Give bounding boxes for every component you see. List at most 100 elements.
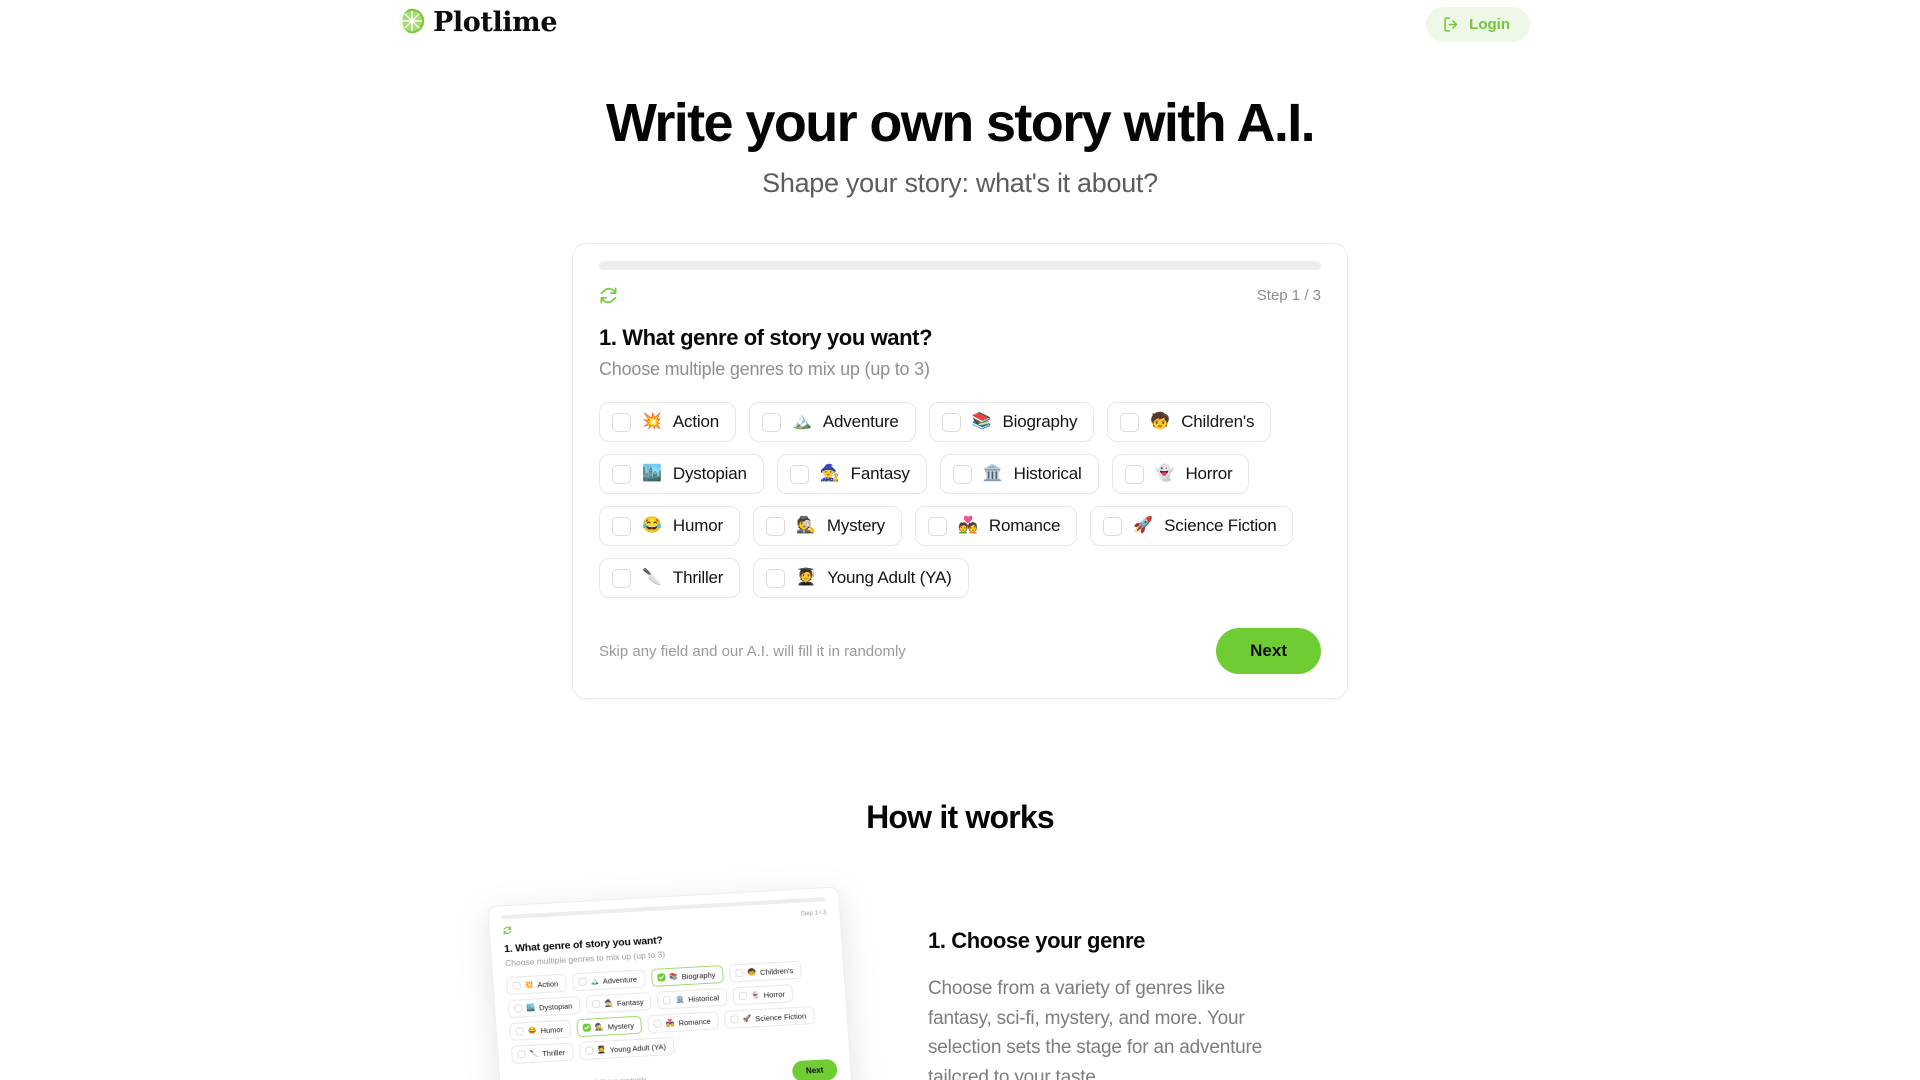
genre-chip-dystopian[interactable]: 🏙️ Dystopian xyxy=(599,454,764,495)
checkbox-icon xyxy=(517,1050,526,1059)
checkbox-icon xyxy=(730,1015,739,1025)
genre-emoji-icon: 🏛️ xyxy=(982,465,1003,483)
genre-chip-young-adult-ya[interactable]: 🧑‍🎓 Young Adult (YA) xyxy=(753,558,969,599)
genre-label: Fantasy xyxy=(616,997,644,1008)
checkbox-icon xyxy=(515,1027,525,1037)
genre-emoji-icon: 💑 xyxy=(665,1019,675,1028)
genre-chip-horror[interactable]: 👻 Horror xyxy=(1111,454,1250,495)
checkbox-icon[interactable] xyxy=(612,516,631,536)
genre-label: Dystopian xyxy=(672,464,747,484)
genre-label: Humor xyxy=(540,1024,564,1036)
preview-refresh-icon xyxy=(503,926,513,935)
genre-chip-adventure: 🏔️ Adventure xyxy=(571,969,646,992)
checkbox-icon[interactable] xyxy=(765,516,785,536)
wizard-card: Step 1 / 3 1. What genre of story you wa… xyxy=(572,243,1348,700)
genre-chip-mystery: 🕵️ Mystery xyxy=(576,1016,643,1038)
genre-label: Young Adult (YA) xyxy=(609,1042,667,1055)
checkbox-icon[interactable] xyxy=(941,412,961,432)
checkbox-icon xyxy=(512,981,521,991)
checkbox-icon[interactable] xyxy=(952,464,972,484)
genre-emoji-icon: 🧑‍🎓 xyxy=(596,1046,606,1055)
preview-next-button: Next xyxy=(791,1059,839,1080)
genre-emoji-icon: 🏔️ xyxy=(589,977,600,986)
checkbox-icon xyxy=(656,973,666,983)
genre-chip-dystopian: 🏙️ Dystopian xyxy=(507,996,581,1019)
next-button[interactable]: Next xyxy=(1216,628,1321,675)
checkbox-icon[interactable] xyxy=(612,464,631,484)
genre-emoji-icon: 🧙 xyxy=(604,1000,614,1008)
checkbox-icon[interactable] xyxy=(761,412,781,432)
genre-chip-mystery[interactable]: 🕵️ Mystery xyxy=(752,506,902,547)
checkbox-icon xyxy=(577,978,587,987)
genre-label: Historical xyxy=(687,993,720,1004)
genre-emoji-icon: 🔪 xyxy=(642,569,662,587)
genre-chip-thriller[interactable]: 🔪 Thriller xyxy=(599,558,741,599)
how-it-works-figure: Step 1 / 3 1. What genre of story you wa… xyxy=(460,886,880,1080)
genre-chip-fantasy[interactable]: 🧙 Fantasy xyxy=(776,454,927,495)
genre-emoji-icon: 😂 xyxy=(527,1027,537,1035)
checkbox-icon xyxy=(738,992,748,1001)
genre-chip-biography[interactable]: 📚 Biography xyxy=(928,402,1095,443)
login-button[interactable]: Login xyxy=(1426,7,1530,42)
checkbox-icon[interactable] xyxy=(1103,516,1123,536)
genre-chip-action[interactable]: 💥 Action xyxy=(599,402,736,443)
genre-emoji-icon: 🔪 xyxy=(529,1050,539,1058)
genre-chip-science-fiction[interactable]: 🚀 Science Fiction xyxy=(1090,506,1294,547)
checkbox-icon[interactable] xyxy=(612,568,631,588)
skip-hint: Skip any field and our A.I. will fill it… xyxy=(599,642,906,660)
question-title: 1. What genre of story you want? xyxy=(599,325,933,351)
genre-chip-historical[interactable]: 🏛️ Historical xyxy=(939,454,1099,495)
genre-chip-adventure[interactable]: 🏔️ Adventure xyxy=(748,402,916,443)
genre-emoji-icon: 🧙 xyxy=(819,465,840,483)
genre-emoji-icon: 🏛️ xyxy=(675,996,685,1004)
genre-label: Thriller xyxy=(541,1047,566,1059)
checkbox-icon[interactable] xyxy=(1120,412,1140,432)
login-label: Login xyxy=(1469,16,1510,33)
genre-emoji-icon: 🧒 xyxy=(1150,413,1171,431)
checkbox-icon[interactable] xyxy=(927,516,947,536)
checkbox-icon[interactable] xyxy=(789,464,809,484)
genre-emoji-icon: 🕵️ xyxy=(594,1023,604,1032)
page-title: Write your own story with A.I. xyxy=(605,93,1316,153)
genre-chip-romance: 💑 Romance xyxy=(647,1011,720,1034)
page-subtitle: Shape your story: what's it about? xyxy=(762,168,1158,199)
lime-slice-icon xyxy=(398,7,426,35)
genre-chip-fantasy: 🧙 Fantasy xyxy=(585,992,653,1015)
genre-chip-humor[interactable]: 😂 Humor xyxy=(599,506,740,547)
genre-label: Biography xyxy=(681,970,716,982)
genre-chip-children-s[interactable]: 🧒 Children's xyxy=(1107,402,1272,443)
how-it-works-title: How it works xyxy=(866,799,1055,836)
genre-emoji-icon: 📚 xyxy=(971,413,992,431)
genre-label: Romance xyxy=(678,1016,711,1028)
checkbox-icon xyxy=(582,1023,592,1033)
how-it-works-text: 1. Choose your genre Choose from a varie… xyxy=(928,886,1288,1080)
hero-section: Write your own story with A.I. Shape you… xyxy=(0,93,1920,199)
genre-label: Historical xyxy=(1013,464,1082,484)
checkbox-icon[interactable] xyxy=(1124,464,1144,484)
checkbox-icon xyxy=(735,969,744,978)
genre-label: Horror xyxy=(1185,464,1233,484)
genre-emoji-icon: 🧒 xyxy=(747,969,757,977)
genre-chip-young-adult-ya: 🧑‍🎓 Young Adult (YA) xyxy=(578,1037,675,1061)
brand-logo[interactable]: Plotlime xyxy=(398,7,558,36)
preview-genre-chip-list: 💥 Action 🏔️ Adventure 📚 Biography 🧒 Children's 🏙… xyxy=(506,959,836,1065)
login-arrow-icon xyxy=(1443,16,1460,33)
checkbox-icon[interactable] xyxy=(612,412,631,432)
checkbox-icon[interactable] xyxy=(766,568,786,588)
genre-label: Fantasy xyxy=(850,464,910,484)
genre-emoji-icon: 🚀 xyxy=(1133,517,1154,535)
how-it-works-row: Step 1 / 3 1. What genre of story you wa… xyxy=(460,886,1460,1080)
genre-emoji-icon: 💑 xyxy=(957,517,978,535)
page-bottom-marker xyxy=(957,1076,963,1080)
genre-emoji-icon: 🏙️ xyxy=(642,465,662,483)
how-it-works-step-body: Choose from a variety of genres like fan… xyxy=(928,978,1263,1080)
genre-chip-historical: 🏛️ Historical xyxy=(656,988,728,1011)
genre-label: Young Adult (YA) xyxy=(827,568,952,588)
genre-label: Horror xyxy=(763,989,786,1000)
refresh-icon[interactable] xyxy=(599,286,618,305)
genre-chip-romance[interactable]: 💑 Romance xyxy=(914,506,1078,547)
genre-chip-list: 💥 Action 🏔️ Adventure 📚 Biography 🧒 Children's 🏙… xyxy=(599,402,1321,599)
genre-label: Humor xyxy=(672,516,723,536)
genre-label: Children's xyxy=(1181,412,1255,432)
how-it-works-step-title: 1. Choose your genre xyxy=(928,928,1145,954)
